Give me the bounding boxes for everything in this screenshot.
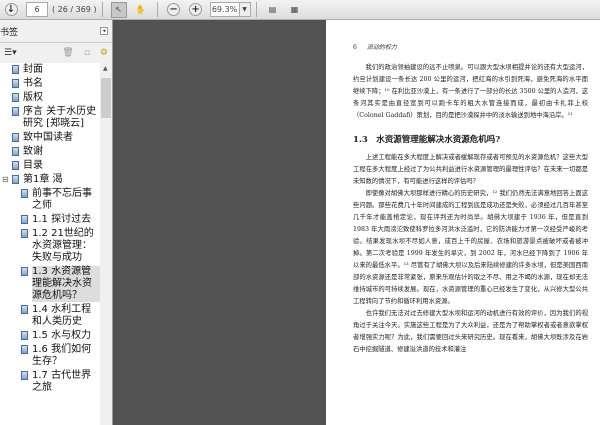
- fit-width-icon: ▦: [290, 5, 299, 14]
- page-header: 6 流动的权力: [353, 42, 588, 54]
- bookmark-icon: [12, 79, 19, 88]
- separator: [156, 2, 158, 17]
- bookmark-icon: [21, 267, 28, 276]
- bookmark-icon: [12, 107, 19, 116]
- bookmark-label: 目录: [23, 160, 43, 171]
- bookmark-icon: [21, 371, 28, 380]
- bookmark-icon: [12, 175, 19, 184]
- separator: [255, 2, 257, 17]
- fit-width-button[interactable]: ▦: [287, 2, 303, 18]
- scrollbar[interactable]: ▲: [100, 63, 112, 425]
- paragraph: 上述工程能在多大程度上解决或者缓解现存或者可预见的水资源危机？这些大型工程在多大…: [353, 154, 588, 185]
- delete-icon[interactable]: 🗑: [62, 48, 73, 58]
- bookmark-label: 书名: [23, 78, 43, 89]
- bookmark-label: 版权: [23, 92, 43, 103]
- bookmark-label: 1.1 探讨过去: [32, 214, 92, 225]
- bookmark-icon: [12, 65, 19, 74]
- bookmark-item[interactable]: ⊟ 第1章 渴: [0, 173, 100, 187]
- bookmark-item[interactable]: 版权: [0, 91, 100, 105]
- bookmark-properties-icon[interactable]: ⚙: [100, 48, 108, 58]
- bookmark-item[interactable]: 书名: [0, 77, 100, 91]
- cursor-icon: ↖: [115, 5, 122, 14]
- bookmarks-panel: 书签 ◂ ☰▾ 🗑 ▫ ⚙ 封面书名版权序言 关于水历史研究 [郑晓云] 致中国读…: [0, 20, 113, 425]
- new-bookmark-icon[interactable]: ▫: [84, 48, 90, 58]
- chevron-down-icon: ▼: [242, 6, 247, 13]
- bookmark-item[interactable]: 前事不忘后事之师: [0, 187, 100, 213]
- collapse-panel-button[interactable]: ◂: [100, 27, 108, 35]
- bookmark-item[interactable]: 1.4 水利工程和人类历史: [0, 303, 100, 329]
- paragraph: 即使像对胡佛大坝那样进行精心的历史研究，¹² 我们仍然无法满意地回答上面这些问题…: [353, 190, 588, 305]
- bookmark-label: 致中国读者: [23, 132, 73, 143]
- bookmarks-title: 书签: [0, 27, 19, 38]
- hand-tool-button[interactable]: ✋: [133, 2, 149, 18]
- options-menu-button[interactable]: ☰▾: [4, 48, 17, 58]
- bookmark-item[interactable]: 致中国读者: [0, 131, 100, 145]
- zoom-out-button[interactable]: −: [166, 2, 182, 18]
- select-tool-button[interactable]: ↖: [110, 1, 127, 18]
- bookmark-icon: [21, 229, 28, 238]
- bookmark-icon: [21, 215, 28, 224]
- toolbar: ↓ 6 ( 26 / 369 ) ↖ ✋ − + 69.3% ▼ ▤ ▦: [0, 0, 600, 20]
- bookmark-icon: [12, 161, 19, 170]
- bookmark-icon: [12, 147, 19, 156]
- bookmark-icon: [21, 189, 28, 198]
- bookmark-label: 1.4 水利工程和人类历史: [32, 304, 92, 327]
- next-page-button[interactable]: ↓: [3, 2, 19, 18]
- running-title: 流动的权力: [366, 44, 397, 51]
- bookmark-label: 封面: [23, 64, 43, 75]
- page-count: ( 26 / 369 ): [52, 5, 97, 14]
- zoom-dropdown[interactable]: ▼: [239, 2, 251, 17]
- bookmark-icon: [21, 345, 28, 354]
- minus-icon: −: [167, 3, 181, 16]
- arrow-down-icon: ↓: [4, 3, 18, 16]
- bookmark-label: 1.3 水资源管理能解决水资源危机吗？: [32, 266, 100, 302]
- bookmark-item[interactable]: 1.3 水资源管理能解决水资源危机吗？: [0, 265, 100, 303]
- bookmark-item[interactable]: 封面: [0, 63, 100, 77]
- bookmark-icon: [21, 305, 28, 314]
- bookmark-item[interactable]: 序言 关于水历史研究 [郑晓云]: [0, 105, 100, 131]
- bookmark-list: 封面书名版权序言 关于水历史研究 [郑晓云] 致中国读者致谢目录 ⊟ 第1章 渴前事不…: [0, 63, 100, 425]
- bookmark-item[interactable]: 1.1 探讨过去: [0, 213, 100, 227]
- paragraph: 也许我们无法对过去修建大型水坝和运河的动机进行有效的评价，因为我们的视角过于关注…: [353, 310, 588, 353]
- bookmark-icon: [21, 331, 28, 340]
- bookmark-item[interactable]: 致谢: [0, 145, 100, 159]
- bookmarks-header: 书签 ◂: [0, 20, 112, 43]
- bookmark-item[interactable]: 1.2 21世纪的水资源管理：失败与成功: [0, 227, 100, 265]
- bookmark-item[interactable]: 1.6 我们如何生存？: [0, 343, 100, 369]
- bookmark-icon: [12, 93, 19, 102]
- scroll-up-icon[interactable]: ▲: [103, 65, 108, 72]
- bookmark-icon: [12, 133, 19, 142]
- scroll-thumb[interactable]: [101, 78, 111, 118]
- hand-icon: ✋: [135, 5, 146, 14]
- bookmark-label: 序言 关于水历史研究 [郑晓云]: [23, 106, 97, 129]
- section-heading: 1.3 水资源管理能解决水资源危机吗?: [353, 135, 501, 145]
- separator: [101, 2, 103, 17]
- document-background: [113, 20, 326, 425]
- page-number-input[interactable]: 6: [26, 2, 48, 17]
- bookmark-label: 1.7 古代世界之旅: [32, 370, 92, 393]
- bookmark-label: 前事不忘后事之师: [32, 188, 92, 211]
- bookmarks-toolbar: ☰▾ 🗑 ▫ ⚙: [0, 43, 112, 63]
- collapse-icon[interactable]: ⊟: [2, 174, 9, 186]
- zoom-in-button[interactable]: +: [188, 2, 204, 18]
- page-number: 6: [353, 44, 357, 51]
- bookmark-label: 第1章 渴: [23, 174, 63, 185]
- zoom-input[interactable]: 69.3%: [209, 2, 240, 17]
- bookmark-item[interactable]: 1.7 古代世界之旅: [0, 369, 100, 395]
- plus-icon: +: [189, 3, 203, 16]
- fit-page-button[interactable]: ▤: [265, 2, 281, 18]
- bookmark-label: 致谢: [23, 146, 43, 157]
- bookmark-item[interactable]: 目录: [0, 159, 100, 173]
- bookmark-label: 1.2 21世纪的水资源管理：失败与成功: [32, 228, 94, 263]
- bookmark-label: 1.6 我们如何生存？: [32, 344, 92, 367]
- paragraph: 我们的政治领袖建设的远不止喷泉。可以跟大型水坝相提并论的还有大型运河，约旦计划建…: [353, 64, 588, 119]
- document-page: 6 流动的权力 我们的政治领袖建设的远不止喷泉。可以跟大型水坝相提并论的还有大型运…: [326, 20, 600, 425]
- fit-page-icon: ▤: [268, 5, 277, 14]
- bookmark-label: 1.5 水与权力: [32, 330, 92, 341]
- bookmark-item[interactable]: 1.5 水与权力: [0, 329, 100, 343]
- arrow-left-icon: ◂: [102, 28, 106, 34]
